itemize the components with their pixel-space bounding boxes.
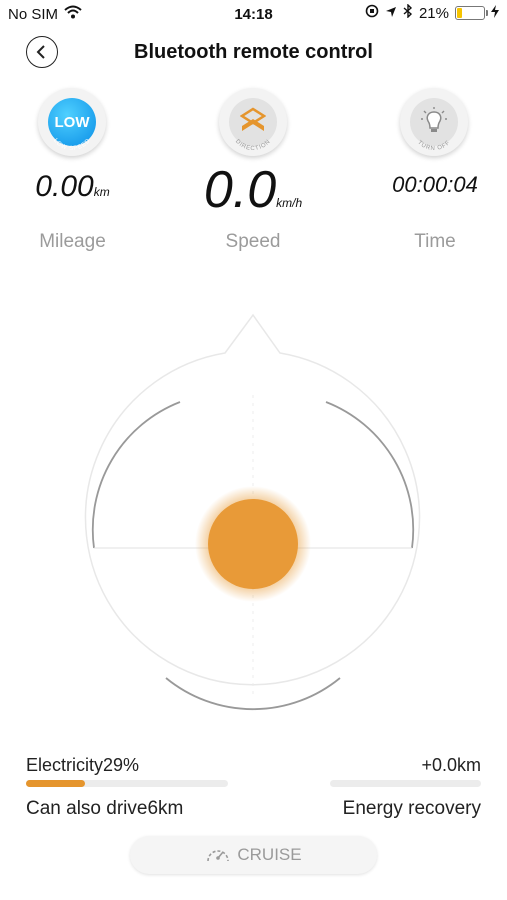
joystick-pad[interactable] xyxy=(0,300,507,740)
cruise-button[interactable]: CRUISE xyxy=(130,836,377,874)
cruise-label: CRUISE xyxy=(237,845,302,864)
speed-readout: 0.0km/h xyxy=(178,160,328,220)
svg-text:DIRECTION: DIRECTION xyxy=(234,139,272,152)
speedometer-icon xyxy=(207,850,230,862)
battery-icon xyxy=(455,6,488,20)
mileage-label: Mileage xyxy=(39,231,106,252)
direction-caption: DIRECTION xyxy=(234,139,272,152)
battery-bar xyxy=(26,780,228,787)
recovery-bar xyxy=(330,780,481,787)
mileage-unit: km xyxy=(93,185,110,199)
electricity-label: Electricity29% xyxy=(26,755,140,775)
location-icon xyxy=(385,5,397,22)
page-title: Bluetooth remote control xyxy=(134,41,373,63)
direction-button[interactable]: DIRECTION xyxy=(219,88,287,156)
low-speed-caption: LOW SPEED xyxy=(52,138,92,152)
time-label: Time xyxy=(414,231,456,252)
svg-text:LOW SPEED: LOW SPEED xyxy=(52,138,92,152)
svg-text:TURN OFF: TURN OFF xyxy=(416,140,452,152)
battery-percent: 21% xyxy=(418,4,449,22)
recovery-label: Energy recovery xyxy=(342,798,481,819)
recovery-value: +0.0km xyxy=(421,755,481,775)
speed-value: 0.0 xyxy=(203,161,277,219)
mileage-value: 0.00 xyxy=(35,170,94,203)
mileage-readout: 0.00km xyxy=(0,170,145,204)
light-caption: TURN OFF xyxy=(416,140,452,152)
time-value: 00:00:04 xyxy=(392,172,478,197)
time-readout: 00:00:04 xyxy=(370,172,500,198)
range-label: Can also drive6km xyxy=(26,798,184,819)
light-toggle-button[interactable]: TURN OFF xyxy=(400,88,468,156)
bluetooth-icon xyxy=(403,3,413,22)
status-bar: No SIM 14:18 21% xyxy=(0,0,507,28)
speed-unit: km/h xyxy=(276,196,303,210)
speed-label: Speed xyxy=(225,231,281,252)
status-right: 21% xyxy=(365,3,499,22)
charging-icon xyxy=(491,4,499,22)
low-speed-button[interactable]: LOW LOW SPEED xyxy=(38,88,106,156)
joystick-knob[interactable] xyxy=(195,486,311,602)
battery-bar-fill xyxy=(26,780,85,787)
rotation-lock-icon xyxy=(365,4,379,22)
